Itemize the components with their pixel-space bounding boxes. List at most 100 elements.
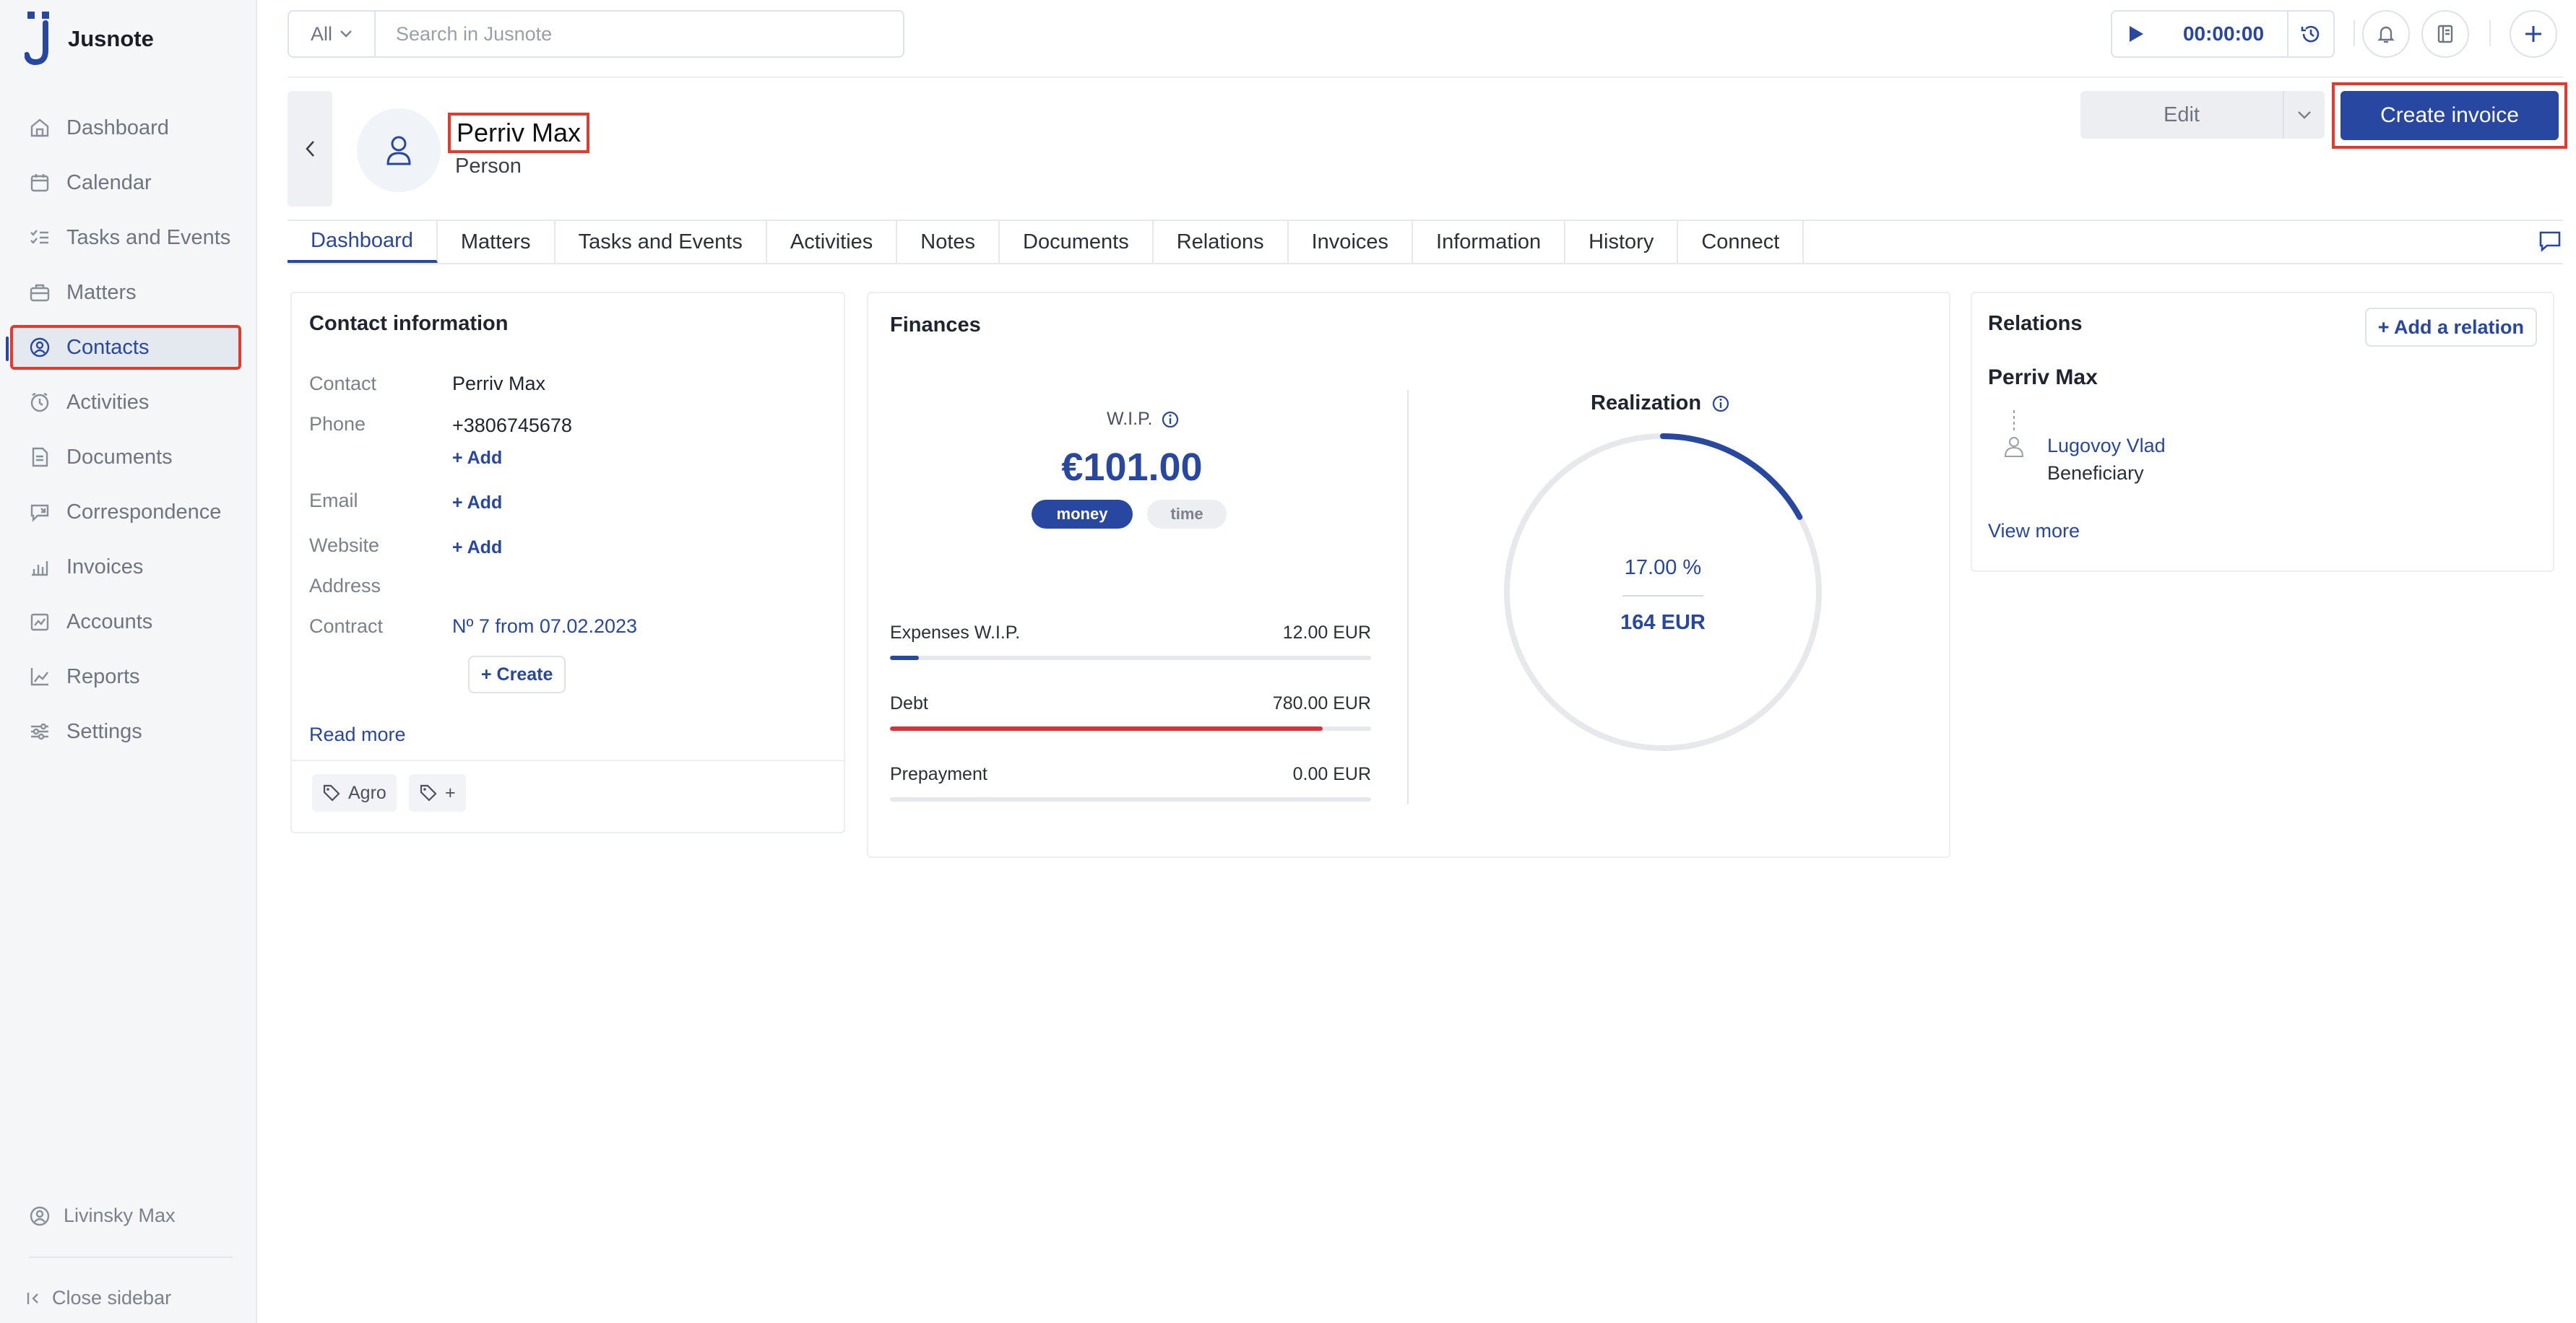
info-icon[interactable] <box>1161 410 1180 429</box>
sidebar-item-label: Activities <box>66 390 150 414</box>
contact-information-card: Contact information Contact Perriv Max P… <box>290 292 845 833</box>
tab-dashboard[interactable]: Dashboard <box>288 221 438 263</box>
sidebar-item-invoices[interactable]: Invoices <box>10 545 241 589</box>
timer-play-button[interactable] <box>2112 12 2160 56</box>
sidebar-nav: Dashboard Calendar Tasks and Events Matt… <box>6 105 241 764</box>
relations-contact-name: Perriv Max <box>1988 365 2098 389</box>
play-icon <box>2130 26 2143 42</box>
contact-value: Perriv Max <box>452 373 546 394</box>
reports-panel-button[interactable] <box>2421 10 2469 58</box>
tab-activities[interactable]: Activities <box>767 221 898 263</box>
create-invoice-button[interactable]: Create invoice <box>2341 91 2559 140</box>
realization-label: Realization <box>1591 391 1702 415</box>
contract-row: Contract <box>309 615 383 638</box>
correspondence-icon <box>30 504 49 522</box>
sidebar-item-settings[interactable]: Settings <box>10 709 241 754</box>
sidebar-item-calendar[interactable]: Calendar <box>10 160 241 205</box>
notifications-button[interactable] <box>2362 10 2410 58</box>
edit-button[interactable]: Edit <box>2080 103 2283 127</box>
sidebar-item-tasks[interactable]: Tasks and Events <box>10 215 241 260</box>
add-phone-link[interactable]: + Add <box>452 448 502 469</box>
tab-documents[interactable]: Documents <box>1000 221 1154 263</box>
sidebar-item-reports[interactable]: Reports <box>10 654 241 699</box>
app-logo[interactable]: Jusnote <box>25 10 154 68</box>
sidebar-item-label: Documents <box>66 445 173 469</box>
sidebar-item-dashboard[interactable]: Dashboard <box>10 105 241 150</box>
sidebar-item-accounts[interactable]: Accounts <box>10 599 241 644</box>
clock-icon <box>30 392 49 412</box>
edit-menu-toggle[interactable] <box>2283 91 2325 139</box>
app-name: Jusnote <box>68 26 154 51</box>
contact-type: Person <box>455 155 522 178</box>
sidebar-item-label: Contacts <box>66 335 150 359</box>
tab-invoices[interactable]: Invoices <box>1289 221 1414 263</box>
chevron-down-icon <box>2298 111 2311 119</box>
close-sidebar-label: Close sidebar <box>52 1287 172 1309</box>
time-toggle[interactable]: time <box>1147 500 1227 529</box>
plus-icon <box>2525 26 2541 42</box>
tab-matters[interactable]: Matters <box>438 221 556 263</box>
contract-link[interactable]: Nº 7 from 07.02.2023 <box>452 615 637 638</box>
realization-amount: 164 EUR <box>1620 611 1706 634</box>
collapse-icon <box>27 1292 38 1304</box>
read-more-link[interactable]: Read more <box>309 724 406 746</box>
realization-label-group: Realization <box>1591 391 1730 415</box>
quick-add-button[interactable] <box>2510 10 2557 58</box>
sidebar: Jusnote Dashboard Calendar Tasks and Eve… <box>0 0 257 1323</box>
email-row: Email <box>309 490 358 512</box>
sidebar-item-label: Settings <box>66 719 142 743</box>
related-person-link[interactable]: Lugovoy Vlad <box>2047 435 2166 457</box>
settings-icon <box>31 723 48 740</box>
chat-button[interactable] <box>2537 228 2563 254</box>
tab-tasks-and-events[interactable]: Tasks and Events <box>556 221 767 263</box>
search-scope-select[interactable]: All <box>289 12 376 56</box>
timer-display: 00:00:00 <box>2182 22 2265 45</box>
document-icon <box>32 447 48 467</box>
sidebar-user[interactable]: Livinsky Max <box>29 1205 176 1227</box>
close-sidebar-button[interactable]: Close sidebar <box>26 1287 171 1309</box>
contract-label: Contract <box>309 615 384 637</box>
tab-notes[interactable]: Notes <box>897 221 1000 263</box>
sidebar-item-correspondence[interactable]: Correspondence <box>10 490 241 534</box>
relations-card: Relations + Add a relation Perriv Max Lu… <box>1971 292 2554 572</box>
create-contract-button[interactable]: + Create <box>468 656 566 693</box>
sidebar-item-label: Calendar <box>66 170 152 194</box>
sidebar-user-name: Livinsky Max <box>64 1205 176 1226</box>
info-icon[interactable] <box>1711 394 1730 413</box>
wip-value: €101.00 <box>1061 446 1203 489</box>
add-website-link[interactable]: + Add <box>452 537 502 558</box>
money-toggle[interactable]: money <box>1032 500 1133 529</box>
timer-history-button[interactable] <box>2287 12 2333 56</box>
accounts-icon <box>30 613 49 631</box>
debt-row: Debt 780.00 EUR <box>890 693 1371 714</box>
sidebar-item-documents[interactable]: Documents <box>10 435 241 480</box>
relation-link-icon <box>2004 410 2024 457</box>
search-input[interactable] <box>376 12 903 56</box>
back-button[interactable] <box>288 91 332 207</box>
progress-fill <box>890 656 919 660</box>
edit-split-button: Edit <box>2080 91 2325 139</box>
contact-tabs: Dashboard Matters Tasks and Events Activ… <box>288 220 2563 264</box>
add-relation-button[interactable]: + Add a relation <box>2364 308 2537 347</box>
gauge-arc <box>1660 433 1803 520</box>
debt-amount: 780.00 EUR <box>1272 693 1371 713</box>
add-tag-button[interactable]: + <box>409 774 466 812</box>
expenses-row: Expenses W.I.P. 12.00 EUR <box>890 623 1371 643</box>
expenses-progress-bar <box>890 656 1371 660</box>
add-tag-label: + <box>445 782 456 803</box>
card-title: Relations <box>1988 312 2083 335</box>
sidebar-item-activities[interactable]: Activities <box>10 380 241 425</box>
tab-history[interactable]: History <box>1565 221 1679 263</box>
sidebar-item-contacts[interactable]: Contacts <box>6 325 241 370</box>
tag-chip[interactable]: Agro <box>312 774 397 812</box>
tasks-icon <box>30 230 48 244</box>
wip-label-group: W.I.P. <box>1107 409 1180 430</box>
tab-connect[interactable]: Connect <box>1678 221 1805 263</box>
chat-icon <box>2539 231 2561 252</box>
add-email-link[interactable]: + Add <box>452 493 502 513</box>
tab-relations[interactable]: Relations <box>1154 221 1289 263</box>
history-icon <box>2301 25 2320 43</box>
tab-information[interactable]: Information <box>1413 221 1566 263</box>
view-more-link[interactable]: View more <box>1988 520 2080 542</box>
sidebar-item-matters[interactable]: Matters <box>10 270 241 315</box>
